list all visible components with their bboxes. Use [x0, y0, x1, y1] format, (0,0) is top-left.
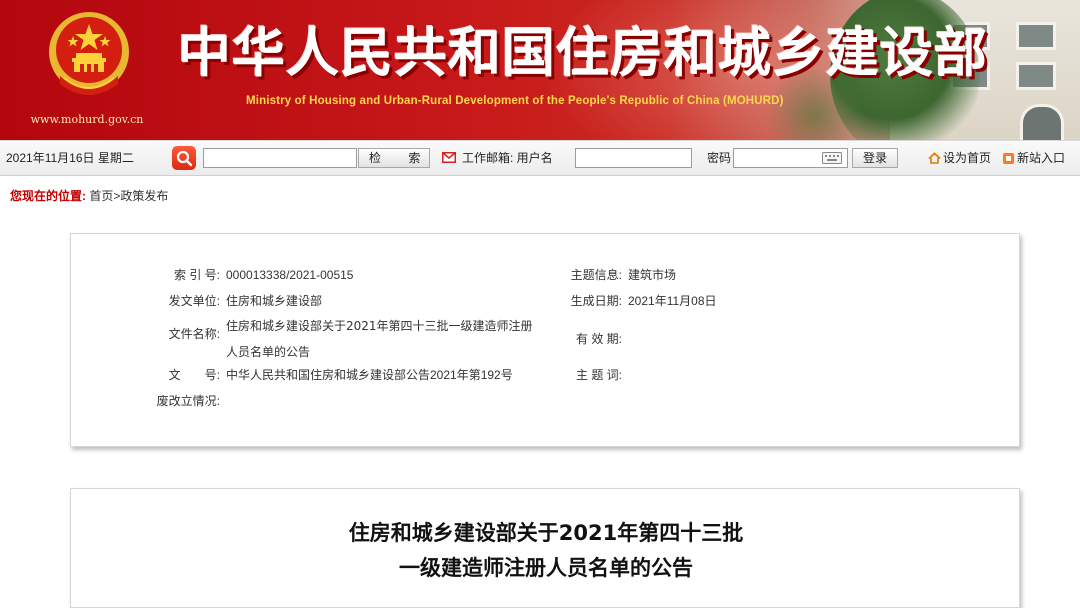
ministry-title-english: Ministry of Housing and Urban-Rural Deve… [246, 95, 784, 107]
info-label: 发文单位: [168, 294, 220, 308]
filename-line: 人员名单的公告 [226, 345, 311, 359]
info-row-docno: 文 号: 中华人民共和国住房和城乡建设部公告2021年第192号 [148, 367, 513, 383]
info-label: 文件名称: [168, 327, 220, 341]
building-window [1016, 22, 1056, 50]
search-icon[interactable] [172, 146, 196, 170]
new-site-icon [1003, 153, 1014, 164]
breadcrumb-path[interactable]: 首页>政策发布 [89, 189, 168, 203]
info-row-issuer: 发文单位: 住房和城乡建设部 [148, 293, 322, 309]
info-label: 索 引 号: [173, 268, 220, 282]
info-value: 住房和城乡建设部 [226, 294, 323, 308]
info-row-status: 废改立情况: [138, 393, 226, 409]
login-button[interactable]: 登录 [852, 148, 898, 168]
info-label: 主 题 词: [575, 368, 622, 382]
set-homepage-link[interactable]: 设为首页 [943, 141, 991, 175]
info-label: 主题信息: [570, 268, 622, 282]
info-value: 2021年11月08日 [628, 294, 717, 308]
filename-line: 住房和城乡建设部关于2021年第四十三批一级建造师注册 [226, 319, 533, 333]
breadcrumb: 您现在的位置: 首页>政策发布 [10, 187, 168, 204]
keyboard-icon[interactable] [822, 152, 842, 164]
info-row-index: 索 引 号: 000013338/2021-00515 [148, 267, 353, 283]
breadcrumb-label: 您现在的位置: [10, 189, 86, 203]
info-label: 废改立情况: [156, 394, 220, 408]
current-date: 2021年11月16日 星期二 [6, 151, 134, 165]
building-arch [1020, 104, 1064, 140]
info-label: 有 效 期: [575, 332, 622, 346]
search-button[interactable]: 检 索 [358, 148, 430, 168]
username-input[interactable] [575, 148, 692, 168]
info-row-filename: 文件名称: [148, 326, 220, 342]
article-panel: 住房和城乡建设部关于2021年第四十三批 一级建造师注册人员名单的公告 [70, 488, 1020, 608]
info-row-keywords: 主 题 词: [550, 367, 628, 383]
mail-username-label: 工作邮箱: 用户名 [462, 151, 553, 165]
top-toolbar: 2021年11月16日 星期二 检 索 工作邮箱: 用户名 密码 登录 设为首页… [0, 140, 1080, 176]
info-label: 文 号: [168, 368, 220, 382]
mail-icon [442, 152, 456, 163]
info-label: 生成日期: [570, 294, 622, 308]
home-icon [928, 152, 941, 164]
article-title-line: 一级建造师注册人员名单的公告 [399, 556, 693, 580]
new-site-link[interactable]: 新站入口 [1017, 141, 1065, 175]
building-window [1016, 62, 1056, 90]
document-info-panel: 索 引 号: 000013338/2021-00515 发文单位: 住房和城乡建设部… [70, 233, 1020, 447]
info-row-validity: 有 效 期: [550, 331, 628, 347]
site-url: www.mohurd.gov.cn [30, 113, 144, 126]
ministry-title: 中华人民共和国住房和城乡建设部 [178, 22, 988, 84]
info-value: 000013338/2021-00515 [226, 268, 354, 282]
national-emblem-icon [49, 12, 129, 95]
info-value: 中华人民共和国住房和城乡建设部公告2021年第192号 [226, 368, 513, 382]
info-row-topic: 主题信息: 建筑市场 [550, 267, 676, 283]
info-row-date: 生成日期: 2021年11月08日 [550, 293, 717, 309]
info-filename-value: 住房和城乡建设部关于2021年第四十三批一级建造师注册 人员名单的公告 [226, 313, 566, 365]
password-label: 密码 [707, 151, 732, 165]
article-title-line: 住房和城乡建设部关于2021年第四十三批 [348, 521, 744, 545]
search-input[interactable] [203, 148, 357, 168]
info-value: 建筑市场 [628, 268, 677, 282]
site-banner: www.mohurd.gov.cn 中华人民共和国住房和城乡建设部 Minist… [0, 0, 1080, 140]
